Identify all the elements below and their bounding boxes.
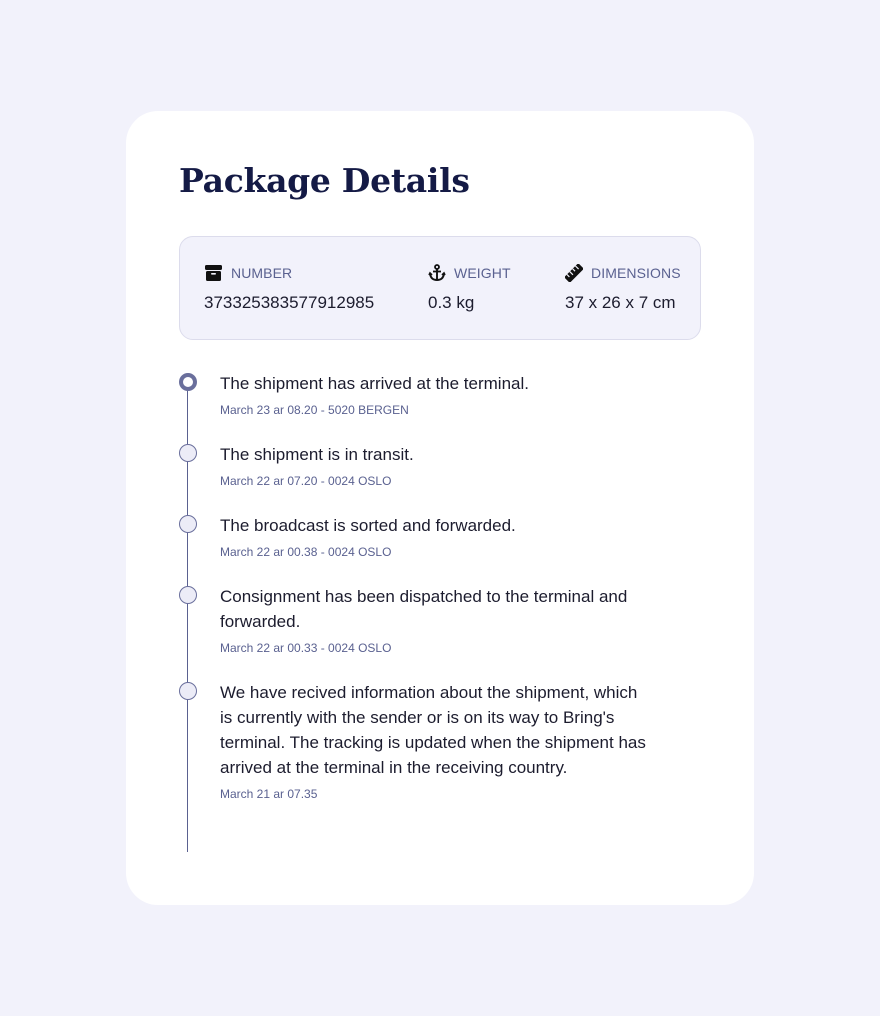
info-number: NUMBER 373325383577912985 xyxy=(204,263,374,313)
number-label: NUMBER xyxy=(231,265,293,281)
timeline-dot xyxy=(179,586,197,604)
timeline-item-meta: March 22 ar 00.38 - 0024 OSLO xyxy=(220,545,392,559)
timeline-item-meta: March 22 ar 07.20 - 0024 OSLO xyxy=(220,474,392,488)
ruler-icon xyxy=(565,264,583,282)
weight-label: WEIGHT xyxy=(454,265,511,281)
timeline-item-text: Consignment has been dispatched to the t… xyxy=(220,587,628,631)
timeline-item-meta: March 22 ar 00.33 - 0024 OSLO xyxy=(220,641,392,655)
timeline-item-text: We have recived information about the sh… xyxy=(220,683,646,777)
number-value: 373325383577912985 xyxy=(204,293,375,312)
timeline-dot xyxy=(179,682,197,700)
timeline-dot xyxy=(179,515,197,533)
weight-value: 0.3 kg xyxy=(428,293,475,312)
package-details-card: Package Details NUMBER 37332538357791298… xyxy=(126,111,754,905)
timeline-item-text: The shipment is in transit. xyxy=(220,445,414,464)
timeline-item-meta: March 21 ar 07.35 xyxy=(220,787,318,801)
anchor-icon xyxy=(428,264,446,282)
timeline-dot-active xyxy=(179,373,197,391)
package-info-box: NUMBER 373325383577912985 WEIGHT 0.3 kg … xyxy=(179,236,701,340)
timeline-item-text: The broadcast is sorted and forwarded. xyxy=(220,516,516,535)
page-title: Package Details xyxy=(179,161,470,200)
info-dimensions: DIMENSIONS 37 x 26 x 7 cm xyxy=(565,263,681,313)
dimensions-label: DIMENSIONS xyxy=(591,265,681,281)
timeline-dot xyxy=(179,444,197,462)
timeline-item-text: The shipment has arrived at the terminal… xyxy=(220,374,529,393)
dimensions-value: 37 x 26 x 7 cm xyxy=(565,293,676,312)
timeline-item-meta: March 23 ar 08.20 - 5020 BERGEN xyxy=(220,403,409,417)
info-weight: WEIGHT 0.3 kg xyxy=(428,263,511,313)
box-icon xyxy=(204,264,223,282)
